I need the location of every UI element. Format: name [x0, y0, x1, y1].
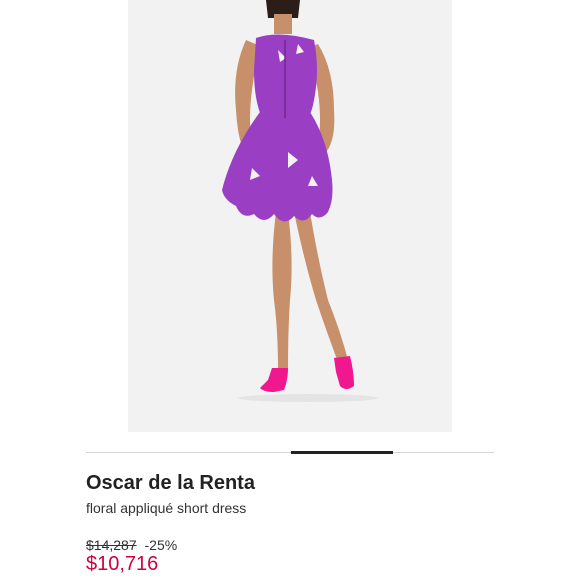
product-title: floral appliqué short dress	[86, 500, 247, 516]
sale-price: $10,716	[86, 553, 159, 575]
brand-name[interactable]: Oscar de la Renta	[86, 472, 255, 495]
price-row: $14,287 -25%	[86, 537, 177, 553]
discount-badge: -25%	[144, 537, 178, 553]
carousel-indicator[interactable]	[291, 451, 393, 454]
carousel-track	[86, 452, 494, 453]
product-page: Oscar de la Renta floral appliqué short …	[0, 0, 580, 580]
dress-photo-illustration	[128, 0, 452, 432]
original-price: $14,287	[86, 537, 137, 553]
product-image[interactable]	[128, 0, 452, 432]
